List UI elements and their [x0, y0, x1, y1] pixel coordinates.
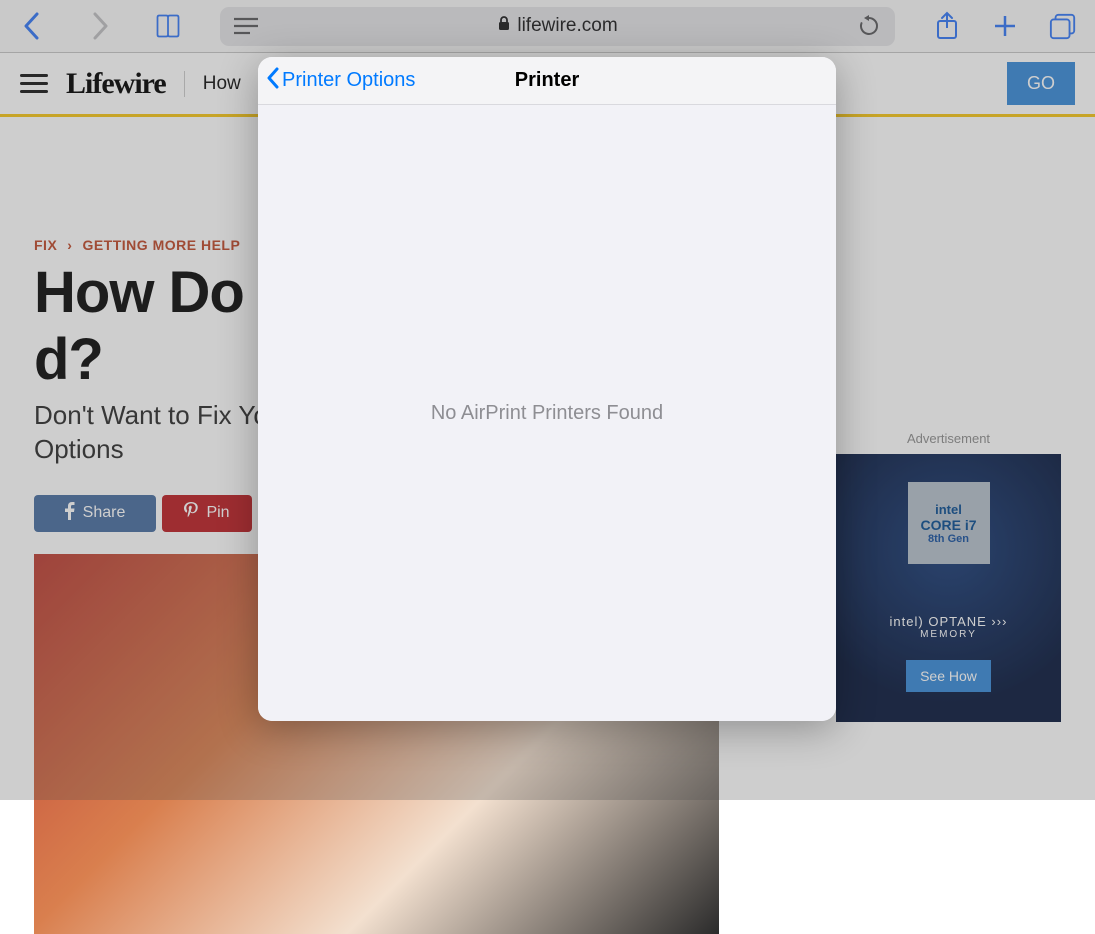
chevron-left-icon: [266, 67, 280, 95]
new-tab-icon[interactable]: [991, 12, 1019, 40]
printer-popover: Printer Options Printer No AirPrint Prin…: [258, 57, 836, 721]
address-bar[interactable]: lifewire.com: [220, 7, 895, 46]
title-part1: How Do I: [34, 260, 274, 325]
pinterest-share-button[interactable]: Pin: [162, 495, 252, 532]
back-to-printer-options-button[interactable]: Printer Options: [266, 67, 415, 95]
chip-line3: 8th Gen: [928, 533, 969, 545]
optane-line: intel) OPTANE ›››: [890, 614, 1008, 629]
nav-right-group: [933, 12, 1077, 40]
facebook-share-button[interactable]: Share: [34, 495, 156, 532]
title-part2: d?: [34, 327, 103, 392]
address-center: lifewire.com: [497, 15, 617, 37]
ad-cta-button[interactable]: See How: [906, 660, 991, 692]
search-row: GO: [1007, 62, 1075, 105]
popover-header: Printer Options Printer: [258, 57, 836, 105]
go-button[interactable]: GO: [1007, 62, 1075, 105]
lock-icon: [497, 15, 511, 37]
nav-section-label[interactable]: How: [203, 73, 241, 95]
fb-share-label: Share: [83, 504, 126, 522]
optane-text: intel) OPTANE ››› MEMORY: [890, 614, 1008, 640]
site-logo[interactable]: Lifewire: [66, 67, 166, 101]
bookmarks-icon[interactable]: [154, 12, 182, 40]
optane-sub: MEMORY: [890, 629, 1008, 640]
forward-icon: [86, 12, 114, 40]
intel-chip-graphic: intel CORE i7 8th Gen: [908, 482, 990, 564]
safari-toolbar: lifewire.com: [0, 0, 1095, 53]
popover-body: No AirPrint Printers Found: [258, 105, 836, 721]
ad-column: Advertisement intel CORE i7 8th Gen inte…: [836, 431, 1061, 722]
subtitle-line1: Don't Want to Fix Yo: [34, 400, 268, 430]
subtitle-line2: Options: [34, 434, 124, 464]
divider: [184, 71, 185, 97]
hamburger-icon[interactable]: [20, 74, 48, 93]
no-printers-message: No AirPrint Printers Found: [431, 402, 663, 425]
chip-line1: intel: [935, 502, 962, 517]
back-label: Printer Options: [282, 69, 415, 92]
pinterest-icon: [184, 502, 198, 525]
back-icon[interactable]: [18, 12, 46, 40]
ad-box[interactable]: intel CORE i7 8th Gen intel) OPTANE ››› …: [836, 454, 1061, 722]
nav-left-group: [18, 12, 182, 40]
reader-icon[interactable]: [232, 12, 260, 40]
share-icon[interactable]: [933, 12, 961, 40]
refresh-icon[interactable]: [855, 12, 883, 40]
url-host: lifewire.com: [517, 15, 617, 37]
tabs-icon[interactable]: [1049, 12, 1077, 40]
pin-share-label: Pin: [206, 504, 229, 522]
chip-line2: CORE i7: [920, 517, 976, 533]
crumb-help[interactable]: GETTING MORE HELP: [82, 237, 240, 253]
crumb-fix[interactable]: FIX: [34, 237, 57, 253]
chevron-right-icon: ›: [67, 237, 72, 253]
facebook-icon: [65, 502, 75, 525]
ad-label: Advertisement: [836, 431, 1061, 446]
popover-title: Printer: [515, 69, 579, 92]
